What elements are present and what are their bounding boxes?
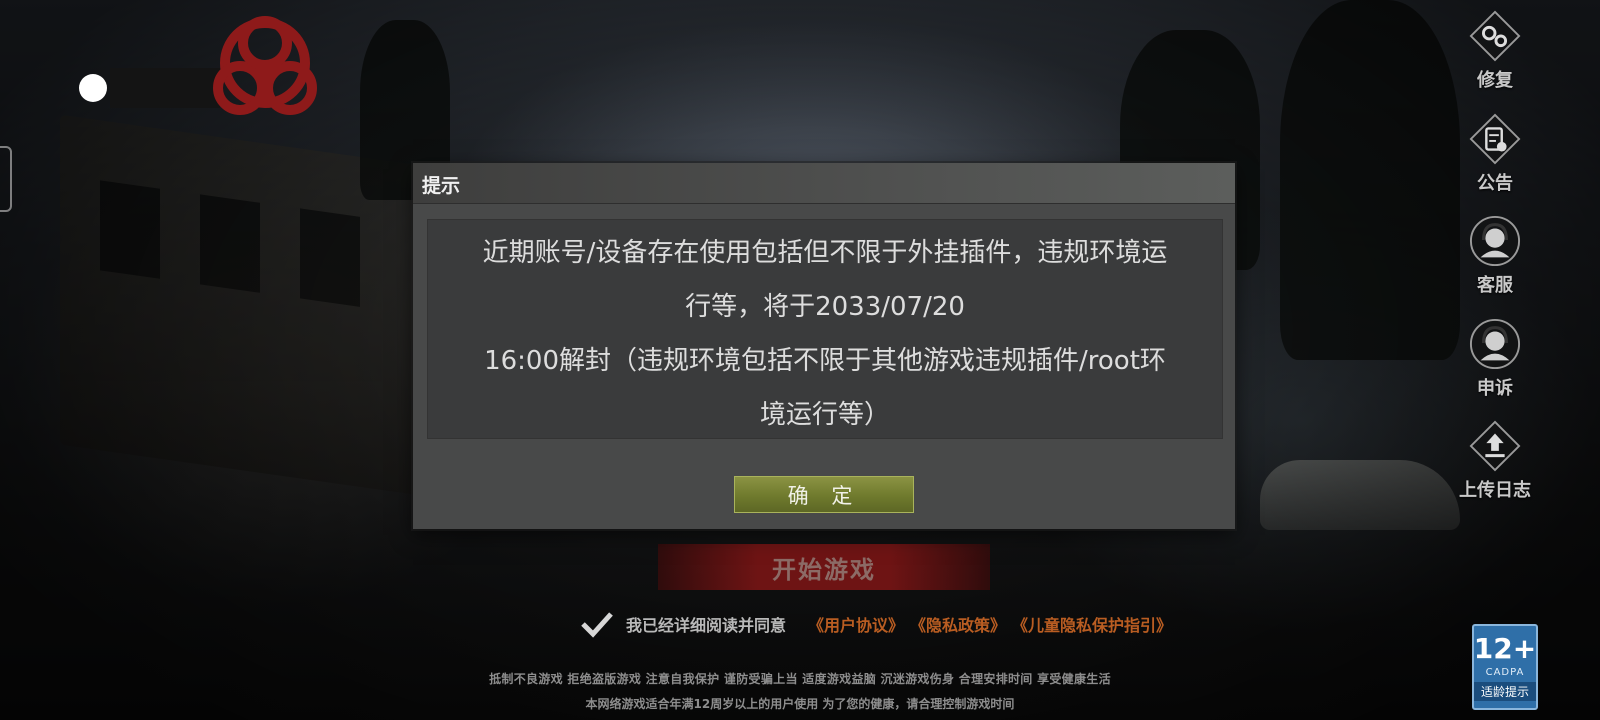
user-agreement-link[interactable]: 《用户协议》 [808, 612, 904, 636]
game-launch-screen: 修复 公告 客服 申诉 上传日志 开始游戏 我已经详细阅读并同意 《用户协议》 … [0, 0, 1600, 720]
headset-person-icon [1469, 215, 1521, 267]
side-item-label: 公告 [1477, 173, 1513, 194]
side-item-label: 申诉 [1477, 378, 1513, 399]
dialog-message-line: 16:00解封（违规环境包括不限于其他游戏违规插件/root环 [484, 346, 1166, 376]
gears-icon [1469, 10, 1521, 62]
agreement-text: 我已经详细阅读并同意 [626, 616, 787, 635]
confirm-button[interactable]: 确 定 [734, 476, 914, 513]
side-item-notice[interactable]: 公告 [1440, 113, 1550, 195]
start-game-button[interactable]: 开始游戏 [658, 544, 990, 590]
side-item-customer-service[interactable]: 客服 [1440, 215, 1550, 297]
ban-notice-dialog: 提示 近期账号/设备存在使用包括但不限于外挂插件，违规环境运 行等，将于2033… [413, 163, 1235, 529]
side-item-label: 上传日志 [1459, 480, 1531, 501]
age-rating-tip: 适龄提示 [1474, 682, 1536, 701]
biohazard-logo [110, 16, 317, 115]
side-item-repair[interactable]: 修复 [1440, 10, 1550, 92]
health-notice-line2: 本网络游戏适合年满12周岁以上的用户使用 为了您的健康，请合理控制游戏时间 [585, 697, 1015, 711]
privacy-policy-link[interactable]: 《隐私政策》 [910, 612, 1006, 636]
checkmark-icon[interactable] [580, 610, 614, 638]
headset-person-icon [1469, 318, 1521, 370]
child-privacy-link[interactable]: 《儿童隐私保护指引》 [1012, 612, 1172, 636]
age-rating-badge[interactable]: 12+ CADPA 适龄提示 [1472, 624, 1538, 710]
side-item-upload-log[interactable]: 上传日志 [1440, 420, 1550, 502]
upload-icon [1469, 420, 1521, 472]
side-item-label: 客服 [1477, 275, 1513, 296]
side-drawer-handle[interactable] [0, 146, 12, 212]
dialog-message-line: 境运行等） [759, 400, 890, 430]
dialog-message-line: 行等，将于2033/07/20 [685, 292, 965, 322]
dialog-message: 近期账号/设备存在使用包括但不限于外挂插件，违规环境运 行等，将于2033/07… [428, 220, 1222, 442]
notice-clipboard-icon [1469, 113, 1521, 165]
health-notice-line1: 抵制不良游戏 拒绝盗版游戏 注意自我保护 谨防受骗上当 适度游戏益脑 沉迷游戏伤… [489, 672, 1111, 686]
agreement-row: 我已经详细阅读并同意 《用户协议》 《隐私政策》 《儿童隐私保护指引》 [580, 610, 1178, 638]
dialog-body: 近期账号/设备存在使用包括但不限于外挂插件，违规环境运 行等，将于2033/07… [427, 219, 1223, 439]
floating-menu-dot[interactable] [79, 74, 107, 102]
dialog-message-line: 近期账号/设备存在使用包括但不限于外挂插件，违规环境运 [482, 238, 1168, 268]
dialog-title: 提示 [422, 175, 461, 197]
side-item-appeal[interactable]: 申诉 [1440, 318, 1550, 400]
age-rating-org: CADPA [1485, 667, 1525, 678]
dialog-title-bar: 提示 [413, 163, 1235, 204]
side-item-label: 修复 [1477, 70, 1513, 91]
age-rating: 12+ [1473, 632, 1537, 665]
